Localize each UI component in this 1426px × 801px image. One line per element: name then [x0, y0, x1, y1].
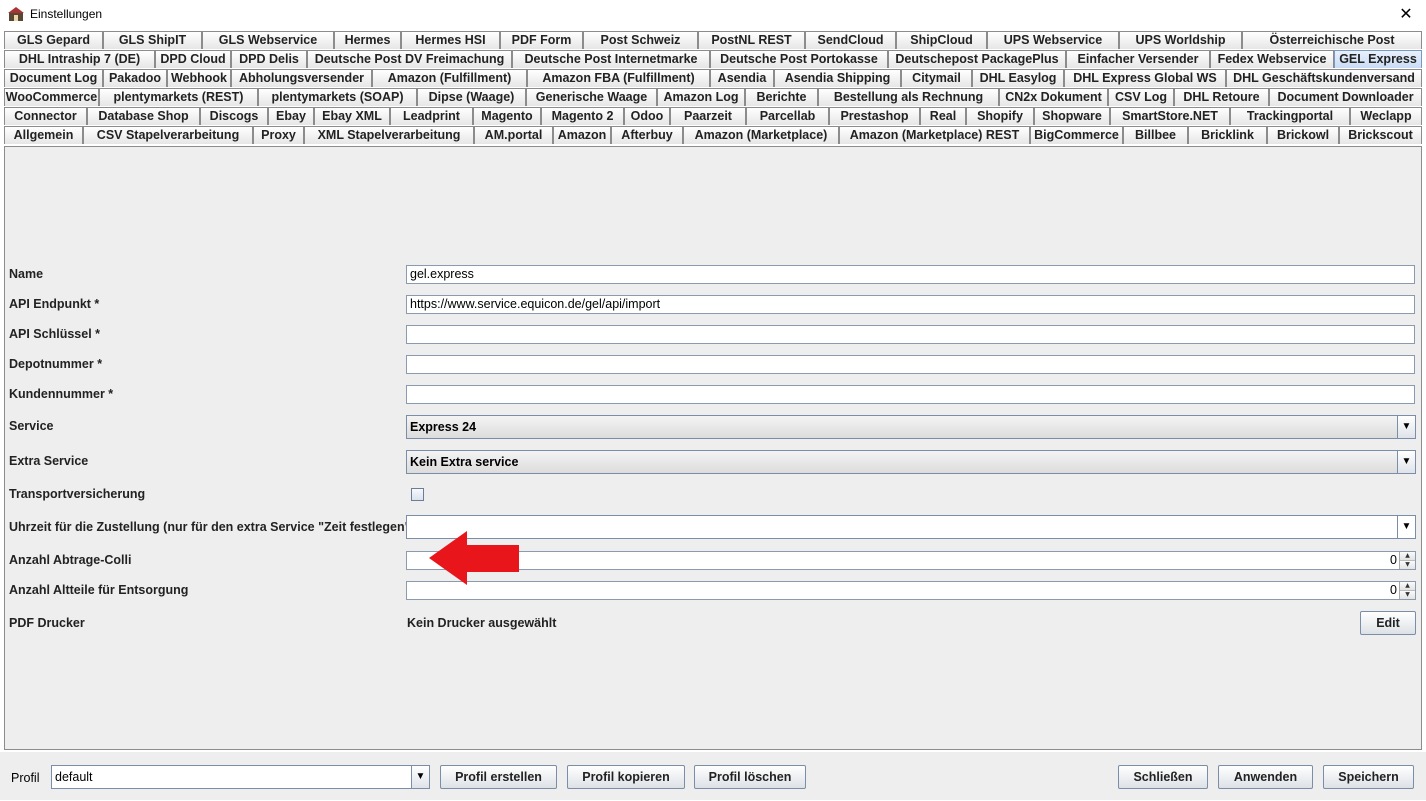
extra-service-select[interactable]: Kein Extra service ▼: [406, 450, 1416, 474]
name-label: Name: [9, 267, 44, 281]
delete-profile-button[interactable]: Profil löschen: [694, 765, 806, 789]
copy-profile-button[interactable]: Profil kopieren: [567, 765, 685, 789]
red-arrow-icon: [429, 531, 519, 585]
bottom-bar: Profil default ▼ Profil erstellen Profil…: [0, 752, 1426, 800]
settings-panel: Name gel.express API Endpunkt * https://…: [4, 146, 1422, 750]
spinner-up-icon[interactable]: ▲: [1400, 552, 1415, 561]
chevron-down-icon[interactable]: ▼: [1397, 516, 1415, 538]
pdf-printer-value: Kein Drucker ausgewählt: [407, 616, 557, 630]
name-input[interactable]: gel.express: [406, 265, 1415, 284]
depot-input[interactable]: [406, 355, 1415, 374]
pdf-printer-label: PDF Drucker: [9, 616, 85, 630]
chevron-down-icon[interactable]: ▼: [411, 766, 429, 788]
extra-service-value: Kein Extra service: [410, 455, 519, 469]
service-select[interactable]: Express 24 ▼: [406, 415, 1416, 439]
delivery-time-select[interactable]: ▼: [406, 515, 1416, 539]
save-button[interactable]: Speichern: [1323, 765, 1414, 789]
api-endpoint-input[interactable]: https://www.service.equicon.de/gel/api/i…: [406, 295, 1415, 314]
apply-button[interactable]: Anwenden: [1218, 765, 1313, 789]
pickup-colli-spinner[interactable]: 0 ▲ ▼: [406, 551, 1416, 570]
api-key-label: API Schlüssel *: [9, 327, 101, 341]
old-parts-label: Anzahl Altteile für Entsorgung: [9, 583, 189, 597]
api-endpoint-label: API Endpunkt *: [9, 297, 100, 311]
spinner-down-icon[interactable]: ▼: [1400, 561, 1415, 569]
depot-label: Depotnummer *: [9, 357, 103, 371]
close-button[interactable]: Schließen: [1118, 765, 1208, 789]
delivery-time-label: Uhrzeit für die Zustellung (nur für den …: [9, 520, 415, 534]
create-profile-button[interactable]: Profil erstellen: [440, 765, 557, 789]
spinner-down-icon[interactable]: ▼: [1400, 591, 1415, 599]
profile-label: Profil: [11, 771, 40, 785]
extra-service-label: Extra Service: [9, 454, 89, 468]
old-parts-spinner[interactable]: 0 ▲ ▼: [406, 581, 1416, 600]
api-key-input[interactable]: [406, 325, 1415, 344]
service-value: Express 24: [410, 420, 477, 434]
insurance-checkbox[interactable]: [411, 488, 424, 501]
spinner-up-icon[interactable]: ▲: [1400, 582, 1415, 591]
profile-select[interactable]: default ▼: [51, 765, 430, 789]
pickup-colli-label: Anzahl Abtrage-Colli: [9, 553, 132, 567]
profile-value: default: [55, 770, 93, 784]
pickup-colli-value: 0: [1390, 553, 1397, 567]
edit-printer-button[interactable]: Edit: [1360, 611, 1416, 635]
customer-number-label: Kundennummer *: [9, 387, 114, 401]
insurance-label: Transportversicherung: [9, 487, 146, 501]
customer-number-input[interactable]: [406, 385, 1415, 404]
old-parts-value: 0: [1390, 583, 1397, 597]
chevron-down-icon[interactable]: ▼: [1397, 416, 1415, 438]
chevron-down-icon[interactable]: ▼: [1397, 451, 1415, 473]
service-label: Service: [9, 419, 54, 433]
